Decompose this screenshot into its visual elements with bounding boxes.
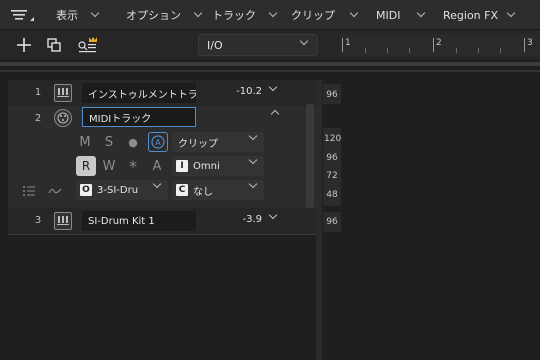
menu-region-fx-label: Region FX — [443, 8, 499, 22]
divider — [0, 70, 540, 72]
menu-clip[interactable]: クリップ — [291, 7, 359, 23]
chevron-down-icon — [152, 179, 162, 189]
chevron-down-icon — [299, 36, 309, 46]
chevron-down-icon — [90, 8, 100, 18]
ruler-subtick — [456, 48, 457, 53]
chevron-down-icon — [248, 131, 258, 141]
mute-button[interactable]: M — [76, 133, 94, 151]
divider — [0, 62, 540, 66]
io-select[interactable]: I/O — [198, 34, 318, 56]
track-number: 3 — [34, 215, 42, 226]
automation-mode-button[interactable]: A — [148, 157, 166, 175]
timeline-ruler[interactable]: 1 2 3 — [340, 34, 540, 56]
velocity-label: 120 — [324, 134, 342, 144]
ruler-subtick — [387, 48, 388, 53]
channel-badge: C — [176, 184, 188, 196]
midi-icon — [54, 109, 72, 127]
ruler-tick — [524, 38, 525, 52]
menu-clip-label: クリップ — [291, 9, 335, 22]
velocity-label: 72 — [326, 171, 338, 181]
keyboard-icon — [54, 84, 72, 102]
velocity-label: 96 — [326, 90, 338, 100]
waveform-icon[interactable] — [48, 185, 62, 200]
automation-latch-button[interactable]: * — [124, 157, 142, 176]
output-badge: O — [80, 184, 92, 196]
record-arm-button[interactable]: ● — [124, 133, 142, 151]
track-number: 2 — [34, 113, 42, 124]
menu-region-fx[interactable]: Region FX — [443, 7, 516, 23]
chevron-down-icon — [193, 8, 203, 18]
expand-track-icon[interactable] — [268, 210, 278, 220]
io-select-value: I/O — [207, 38, 223, 52]
ruler-tick — [433, 38, 434, 52]
plus-icon — [17, 38, 31, 52]
menu-track-label: トラック — [212, 9, 256, 22]
list-icon[interactable] — [22, 185, 36, 200]
channel-value: なし — [193, 186, 213, 198]
chevron-down-icon — [268, 8, 278, 18]
menu-options[interactable]: オプション — [126, 7, 203, 23]
ruler-marker: 1 — [345, 38, 351, 48]
track-row[interactable]: 3 SI-Drum Kit 1 -3.9 — [8, 210, 316, 232]
chevron-down-icon — [248, 179, 258, 189]
ruler-marker: 3 — [527, 38, 533, 48]
velocity-label: 48 — [326, 190, 338, 200]
menu-track[interactable]: トラック — [212, 7, 278, 23]
ruler-subtick — [478, 48, 479, 53]
track-name-field[interactable]: SI-Drum Kit 1 — [82, 211, 196, 231]
menu-options-label: オプション — [126, 9, 181, 22]
automation-read-button[interactable]: R — [76, 156, 96, 176]
keyboard-icon — [54, 212, 72, 230]
chevron-down-icon — [248, 155, 258, 165]
ruler-marker: 2 — [436, 38, 442, 48]
input-type-value: クリップ — [178, 138, 218, 150]
ruler-subtick — [365, 48, 366, 53]
track-volume[interactable]: -3.9 — [222, 214, 262, 225]
ruler-subtick — [409, 48, 410, 53]
menu-midi-label: MIDI — [376, 8, 401, 22]
track-name-input[interactable]: MIDIトラック — [82, 107, 196, 127]
collapse-track-icon[interactable] — [270, 109, 280, 119]
ruler-subtick — [500, 48, 501, 53]
input-port-value: Omni — [193, 160, 220, 172]
monitor-icon: A — [151, 135, 165, 149]
divider — [8, 234, 316, 235]
midi-channel-dropdown[interactable]: C なし — [172, 179, 264, 200]
crown-list-icon — [78, 37, 97, 53]
velocity-label: 96 — [326, 153, 338, 163]
menu-view-label: 表示 — [56, 9, 78, 22]
track-name-field[interactable]: インストゥルメントトラック — [82, 83, 196, 103]
track-row-selected[interactable]: 2 MIDIトラック M S ● A クリップ R W * A I Omni O… — [8, 106, 316, 208]
track-view-settings-button[interactable] — [76, 34, 98, 56]
splitter[interactable] — [316, 80, 322, 360]
chevron-down-icon — [349, 8, 359, 18]
duplicate-icon — [47, 38, 61, 52]
output-value: 3-SI-Dru — [97, 184, 139, 196]
chevron-down-icon — [417, 8, 426, 18]
menu-view[interactable]: 表示 — [56, 7, 100, 23]
ruler-tick — [342, 38, 343, 52]
solo-button[interactable]: S — [100, 133, 118, 151]
velocity-label: 96 — [326, 217, 338, 227]
track-scrollbar[interactable] — [306, 104, 314, 208]
svg-text:A: A — [155, 138, 161, 147]
input-port-badge: I — [176, 160, 188, 172]
input-monitor-button[interactable]: A — [148, 132, 168, 152]
track-number: 1 — [34, 87, 42, 98]
automation-write-button[interactable]: W — [100, 157, 118, 175]
global-menu-icon[interactable] — [8, 6, 36, 24]
output-dropdown[interactable]: O 3-SI-Dru — [76, 179, 168, 200]
chevron-down-icon — [506, 8, 516, 18]
input-port-dropdown[interactable]: I Omni — [172, 155, 264, 176]
input-type-dropdown[interactable]: クリップ — [172, 131, 264, 152]
expand-track-icon[interactable] — [268, 82, 278, 92]
add-track-button[interactable] — [13, 34, 35, 56]
menu-bar: 表示 オプション トラック クリップ MIDI Region FX — [0, 0, 540, 30]
track-row[interactable]: 1 インストゥルメントトラック -10.2 — [8, 82, 316, 104]
track-volume[interactable]: -10.2 — [222, 86, 262, 97]
duplicate-track-button[interactable] — [43, 34, 65, 56]
menu-midi[interactable]: MIDI — [376, 7, 426, 23]
